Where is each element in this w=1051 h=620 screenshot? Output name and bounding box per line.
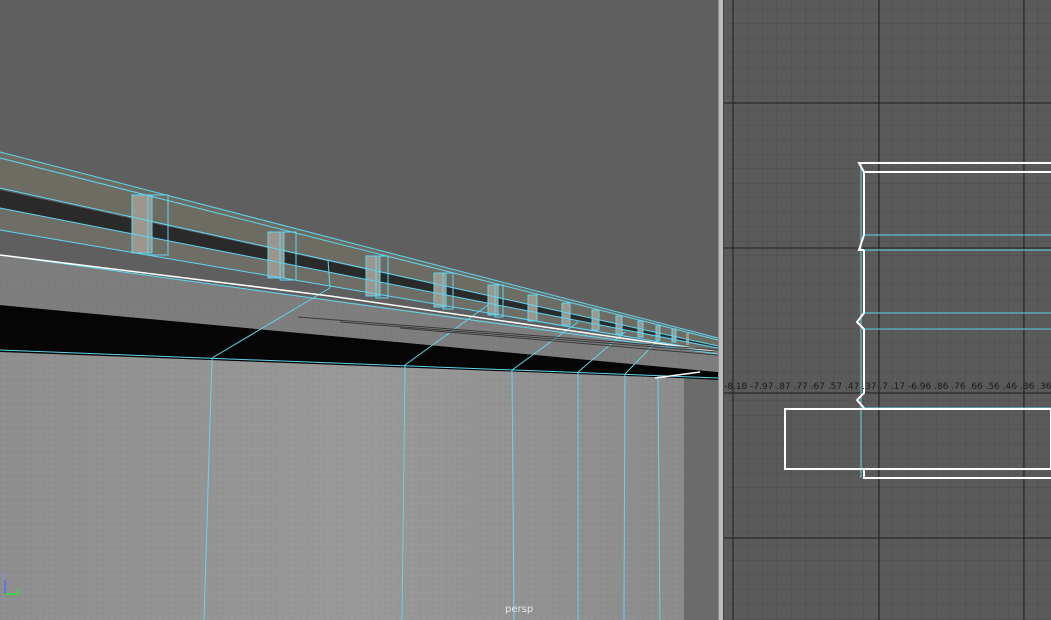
axis-y-label: y bbox=[16, 586, 21, 595]
ortho-ruler: -8.18 -7.97 .87 .77 .67 .57 .47 .37 .7 .… bbox=[724, 382, 1051, 392]
perspective-viewport[interactable]: z y persp bbox=[0, 0, 718, 620]
bridge-scene bbox=[0, 151, 718, 620]
axis-z-label: z bbox=[2, 572, 7, 581]
camera-label: persp bbox=[505, 604, 534, 615]
ortho-grid bbox=[724, 0, 1051, 620]
wall-end-shadow bbox=[684, 375, 718, 620]
ortho-viewport[interactable]: -8.18 -7.97 .87 .77 .67 .57 .47 .37 .7 .… bbox=[724, 0, 1051, 620]
